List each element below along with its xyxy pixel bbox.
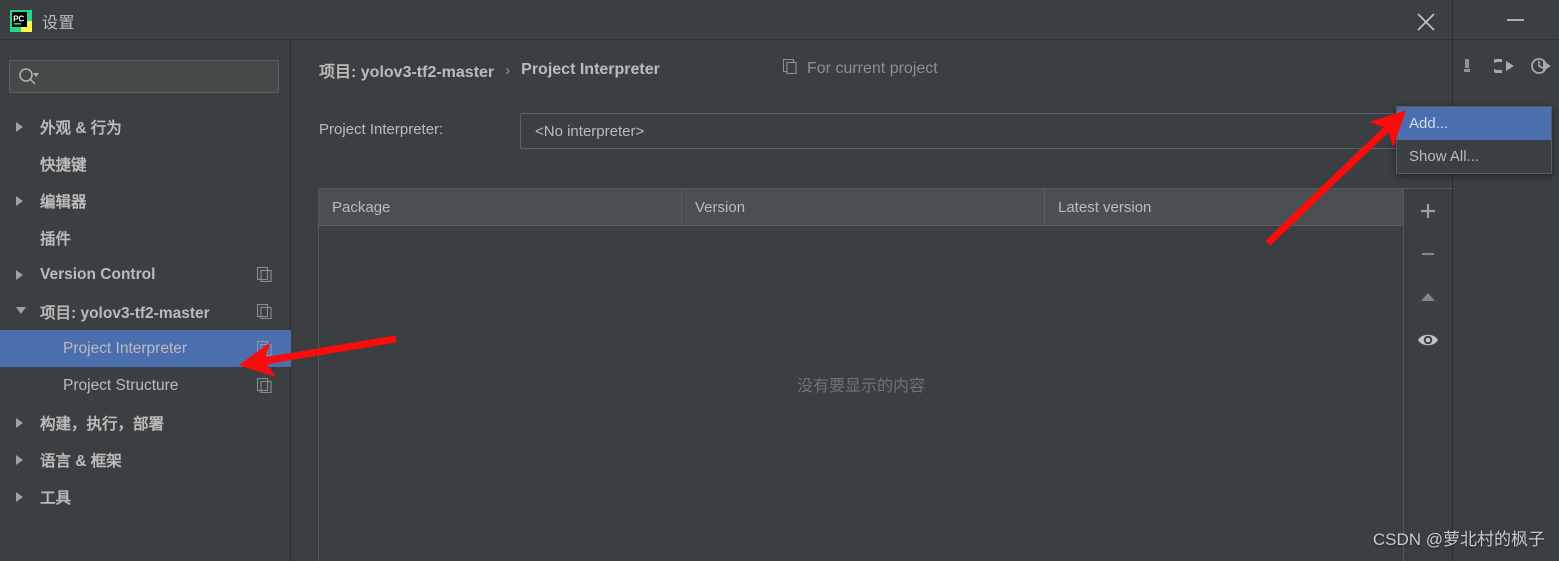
eye-icon: [1418, 334, 1438, 346]
watermark: CSDN @萝北村的枫子: [1372, 530, 1545, 549]
sidebar-item-7[interactable]: Project Structure: [0, 367, 291, 404]
for-current-project[interactable]: For current project: [782, 58, 938, 79]
sidebar-item-0[interactable]: 外观 & 行为: [0, 108, 291, 145]
chevron-right-icon[interactable]: [16, 196, 23, 206]
chevron-right-icon[interactable]: [16, 122, 23, 132]
breadcrumb-separator: ›: [505, 61, 511, 79]
sidebar-item-label: Project Interpreter: [63, 339, 188, 357]
copy-icon: [782, 58, 798, 79]
ide-minimize-button[interactable]: [1495, 0, 1543, 40]
settings-sidebar: 外观 & 行为 快捷键编辑器插件 Version Control 项目: yolov3…: [0, 40, 291, 561]
menu-item-add[interactable]: Add...: [1397, 107, 1551, 140]
sidebar-item-8[interactable]: 构建，执行，部署: [0, 404, 291, 441]
build-icon[interactable]: [1458, 55, 1480, 77]
sidebar-item-label: 工具: [40, 489, 72, 507]
chevron-right-icon[interactable]: [16, 418, 23, 428]
minus-icon: [1422, 252, 1434, 256]
sidebar-item-label: 外观 & 行为: [40, 119, 122, 137]
sidebar-item-2[interactable]: 编辑器: [0, 182, 291, 219]
plus-icon: [1421, 204, 1435, 218]
sidebar-item-label: 快捷键: [40, 156, 87, 174]
upgrade-package-button[interactable]: [1412, 283, 1444, 311]
packages-table: Package Version Latest version 没有要显示的内容: [318, 188, 1404, 561]
dialog-titlebar: PC 设置: [0, 0, 1452, 40]
chevron-down-icon[interactable]: [16, 307, 26, 314]
settings-dialog: PC 设置 外观 & 行为 快捷键编辑器插件 Version Control 项目: …: [0, 0, 1452, 561]
pycharm-logo-icon: PC: [10, 10, 32, 32]
copy-icon: [256, 266, 272, 287]
interpreter-row: Project Interpreter: <No interpreter>: [319, 113, 1419, 149]
chevron-right-icon[interactable]: [16, 270, 23, 280]
sidebar-item-label: 编辑器: [40, 193, 87, 211]
sidebar-item-1[interactable]: 快捷键: [0, 145, 291, 182]
sidebar-item-label: 构建，执行，部署: [40, 415, 165, 433]
interpreter-value: <No interpreter>: [535, 123, 645, 140]
interpreter-dropdown-menu: Add... Show All...: [1396, 106, 1552, 174]
remove-package-button[interactable]: [1412, 240, 1444, 268]
sidebar-item-label: Project Structure: [63, 376, 179, 394]
table-body: 没有要显示的内容: [319, 226, 1403, 561]
for-current-project-label: For current project: [807, 60, 938, 77]
close-button[interactable]: [1400, 0, 1452, 40]
up-arrow-icon: [1421, 293, 1435, 301]
chevron-right-icon[interactable]: [16, 492, 23, 502]
sidebar-item-label: 插件: [40, 230, 72, 248]
search-box[interactable]: [9, 60, 279, 93]
dialog-title: 设置: [42, 15, 76, 32]
search-input[interactable]: [9, 60, 279, 93]
table-header-row: Package Version Latest version: [319, 189, 1403, 226]
run-with-coverage-icon[interactable]: [1530, 55, 1552, 77]
empty-state-text: 没有要显示的内容: [796, 378, 925, 395]
sidebar-item-10[interactable]: 工具: [0, 478, 291, 515]
copy-icon: [256, 303, 272, 324]
copy-icon: [256, 377, 272, 398]
close-icon: [1417, 13, 1435, 31]
copy-icon: [256, 340, 272, 361]
sidebar-item-9[interactable]: 语言 & 框架: [0, 441, 291, 478]
menu-item-show-all[interactable]: Show All...: [1397, 140, 1551, 173]
chevron-right-icon[interactable]: [16, 455, 23, 465]
sidebar-item-label: 项目: yolov3-tf2-master: [40, 304, 210, 322]
show-early-releases-button[interactable]: [1412, 326, 1444, 354]
breadcrumb-page: Project Interpreter: [521, 61, 660, 78]
breadcrumb: 项目: yolov3-tf2-master › Project Interpre…: [319, 58, 660, 82]
sidebar-item-5[interactable]: 项目: yolov3-tf2-master: [0, 293, 291, 330]
svg-text:PC: PC: [13, 15, 24, 24]
sidebar-item-3[interactable]: 插件: [0, 219, 291, 256]
main-panel: 项目: yolov3-tf2-master › Project Interpre…: [291, 40, 1452, 561]
run-icon[interactable]: [1494, 55, 1516, 77]
column-header-latest-version[interactable]: Latest version: [1045, 189, 1403, 225]
ide-toolbar: [1450, 42, 1559, 90]
sidebar-item-4[interactable]: Version Control: [0, 256, 291, 293]
settings-tree: 外观 & 行为 快捷键编辑器插件 Version Control 项目: yolov3…: [0, 108, 291, 515]
interpreter-label: Project Interpreter:: [319, 121, 444, 138]
minimize-icon: [1507, 19, 1524, 21]
interpreter-dropdown[interactable]: <No interpreter>: [520, 113, 1419, 149]
add-package-button[interactable]: [1412, 197, 1444, 225]
column-header-package[interactable]: Package: [319, 189, 682, 225]
sidebar-item-label: 语言 & 框架: [40, 452, 122, 470]
breadcrumb-project[interactable]: 项目: yolov3-tf2-master: [319, 58, 494, 82]
column-header-version[interactable]: Version: [682, 189, 1045, 225]
sidebar-item-label: Version Control: [40, 265, 156, 283]
sidebar-item-6[interactable]: Project Interpreter: [0, 330, 291, 367]
packages-toolbar: [1404, 188, 1452, 561]
